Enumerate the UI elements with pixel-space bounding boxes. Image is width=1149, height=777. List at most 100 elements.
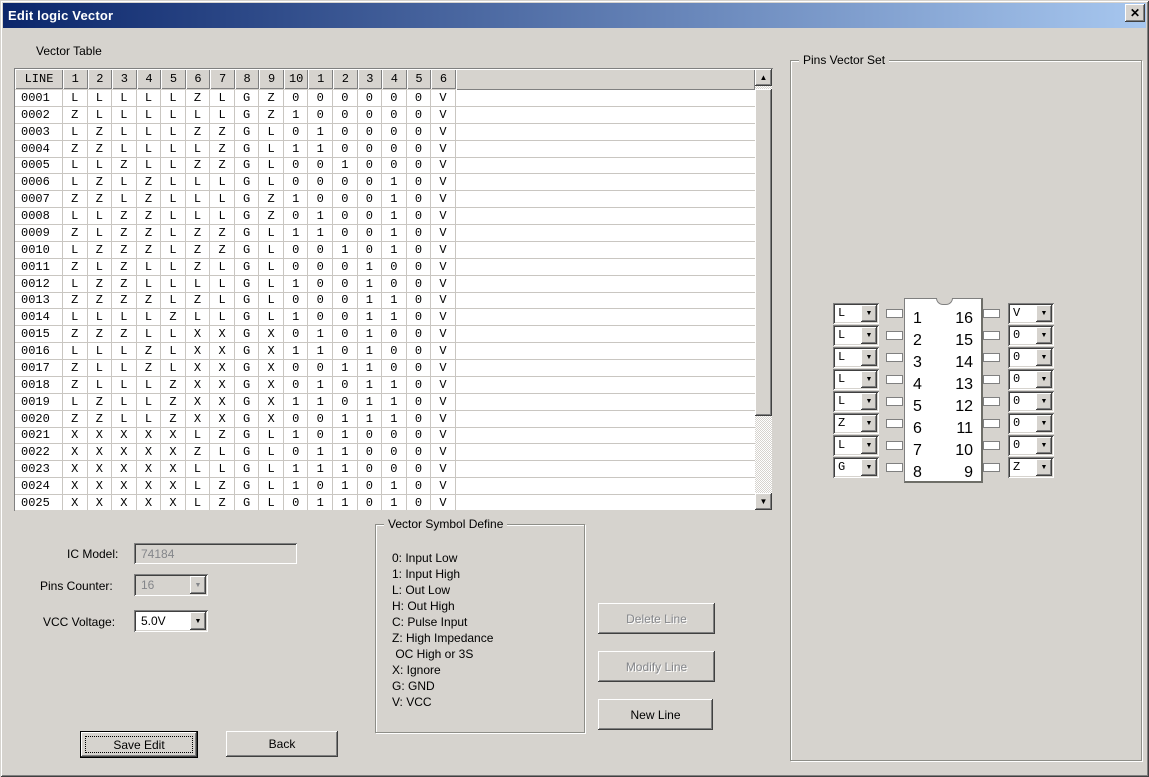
pin-vector-combo-left[interactable]: L ▼: [833, 325, 879, 346]
table-row[interactable]: 0016 L L L Z L X X G X 1 1 0 1 0 0 V: [15, 343, 755, 360]
pin-vector-combo-left[interactable]: L ▼: [833, 347, 879, 368]
chevron-down-icon[interactable]: ▼: [861, 437, 877, 454]
table-row[interactable]: 0023 X X X X X L L G L 1 1 1 0 0 0 V: [15, 461, 755, 479]
line-number: 0010: [15, 241, 63, 258]
vector-cell: L: [186, 106, 211, 123]
table-row[interactable]: 0022 X X X X X Z L G L 0 1 1 0 0 0 V: [15, 444, 755, 462]
new-line-button[interactable]: New Line: [598, 699, 713, 730]
vector-cell: 0: [308, 241, 334, 258]
pin-vector-combo-left[interactable]: L ▼: [833, 391, 879, 412]
table-row[interactable]: 0005 L L Z L L Z Z G L 0 0 1 0 0 0 V: [15, 157, 755, 175]
chevron-down-icon[interactable]: ▼: [1036, 437, 1052, 454]
vector-cell: Z: [186, 225, 211, 241]
vector-cell: 1: [284, 140, 309, 157]
pin-vector-combo-right[interactable]: 0 ▼: [1008, 435, 1054, 456]
vector-cell: 1: [333, 495, 358, 510]
pin-vector-combo-right[interactable]: V ▼: [1008, 303, 1054, 324]
vector-cell: 0: [284, 123, 309, 140]
row-filler: [456, 360, 755, 376]
pin-vector-combo-right[interactable]: 0 ▼: [1008, 347, 1054, 368]
table-row[interactable]: 0006 L Z L Z L L L G L 0 0 0 0 1 0 V: [15, 174, 755, 192]
vector-cell: 1: [308, 208, 334, 224]
chevron-down-icon[interactable]: ▼: [1036, 459, 1052, 476]
vector-cell: Z: [137, 360, 162, 376]
vector-cell: L: [63, 241, 88, 258]
vector-cell: 0: [407, 258, 432, 275]
chevron-down-icon[interactable]: ▼: [1036, 393, 1052, 410]
pin-vector-combo-left[interactable]: G ▼: [833, 457, 879, 478]
table-row[interactable]: 0002 Z L L L L L L G Z 1 0 0 0 0 0 V: [15, 106, 755, 124]
pin-vector-combo-left[interactable]: L ▼: [833, 435, 879, 456]
pin-vector-combo-right[interactable]: 0 ▼: [1008, 391, 1054, 412]
chevron-down-icon[interactable]: ▼: [1036, 349, 1052, 366]
table-row[interactable]: 0013 Z Z Z Z L Z L G L 0 0 0 1 1 0 V: [15, 292, 755, 310]
vertical-scrollbar[interactable]: ▲ ▼: [755, 69, 772, 510]
chevron-down-icon[interactable]: ▼: [1036, 371, 1052, 388]
chevron-down-icon[interactable]: ▼: [190, 612, 206, 630]
back-button[interactable]: Back: [226, 731, 338, 757]
row-filler: [456, 461, 755, 477]
pin-vector-combo-left[interactable]: Z ▼: [833, 413, 879, 434]
vector-cell: L: [137, 326, 162, 343]
vcc-voltage-combo[interactable]: 5.0V ▼: [134, 610, 208, 632]
row-filler: [456, 141, 755, 157]
table-row[interactable]: 0019 L Z L L Z X X G X 1 1 0 1 1 0 V: [15, 393, 755, 411]
vector-cell: Z: [137, 191, 162, 208]
scroll-down-button[interactable]: ▼: [755, 493, 772, 510]
pin-vector-combo-right[interactable]: 0 ▼: [1008, 369, 1054, 390]
up-arrow-icon: ▲: [759, 73, 768, 82]
chevron-down-icon[interactable]: ▼: [861, 305, 877, 322]
chevron-down-icon[interactable]: ▼: [861, 415, 877, 432]
vector-cell: 0: [308, 410, 334, 427]
table-row[interactable]: 0025 X X X X X L Z G L 0 1 1 0 1 0 V: [15, 495, 755, 510]
table-row[interactable]: 0017 Z L L Z L X X G X 0 0 1 1 0 0 V: [15, 360, 755, 377]
vector-cell: G: [235, 360, 260, 376]
chevron-down-icon[interactable]: ▼: [861, 459, 877, 476]
table-row[interactable]: 0007 Z Z L Z L L L G Z 1 0 0 0 1 0 V: [15, 191, 755, 209]
table-row[interactable]: 0010 L Z Z Z L Z Z G L 0 0 1 0 1 0 V: [15, 241, 755, 259]
pin-vector-combo-left[interactable]: L ▼: [833, 303, 879, 324]
table-row[interactable]: 0015 Z Z Z L L X X G X 0 1 0 1 0 0 V: [15, 326, 755, 344]
vector-cell: Z: [63, 140, 88, 157]
table-row[interactable]: 0020 Z Z L L Z X X G X 0 0 1 1 1 0 V: [15, 410, 755, 428]
chevron-down-icon[interactable]: ▼: [1036, 415, 1052, 432]
vector-cell: L: [210, 258, 235, 275]
table-row[interactable]: 0003 L Z L L L Z Z G L 0 1 0 0 0 0 V: [15, 123, 755, 141]
vector-cell: L: [137, 123, 162, 140]
vector-cell: L: [186, 174, 211, 191]
chevron-down-icon[interactable]: ▼: [1036, 327, 1052, 344]
table-row[interactable]: 0012 L Z Z L L L L G L 1 0 0 1 0 0 V: [15, 275, 755, 293]
table-row[interactable]: 0004 Z Z L L L L Z G L 1 1 0 0 0 0 V: [15, 140, 755, 158]
pin-vector-combo-right[interactable]: 0 ▼: [1008, 325, 1054, 346]
save-edit-button[interactable]: Save Edit: [80, 731, 198, 758]
row-filler: [456, 495, 755, 510]
table-row[interactable]: 0021 X X X X X L Z G L 1 0 1 0 0 0 V: [15, 427, 755, 445]
pin-vector-value: L: [838, 394, 846, 408]
pin-vector-combo-right[interactable]: Z ▼: [1008, 457, 1054, 478]
table-row[interactable]: 0014 L L L L Z L L G L 1 0 0 1 1 0 V: [15, 309, 755, 327]
vector-cell: L: [63, 275, 88, 292]
chevron-down-icon[interactable]: ▼: [861, 393, 877, 410]
table-row[interactable]: 0011 Z L Z L L Z L G L 0 0 0 1 0 0 V: [15, 258, 755, 276]
table-row[interactable]: 0009 Z L Z Z L Z Z G L 1 1 0 0 1 0 V: [15, 225, 755, 242]
row-filler: [456, 276, 755, 292]
close-button[interactable]: ✕: [1125, 4, 1145, 22]
pin-vector-value: L: [838, 438, 846, 452]
pin-vector-combo-left[interactable]: L ▼: [833, 369, 879, 390]
table-row[interactable]: 0008 L L Z Z L L L G Z 0 1 0 0 1 0 V: [15, 208, 755, 225]
chevron-down-icon[interactable]: ▼: [861, 327, 877, 344]
symbol-define-line: C: Pulse Input: [392, 615, 468, 629]
chevron-down-icon[interactable]: ▼: [1036, 305, 1052, 322]
vector-cell: 0: [407, 225, 432, 241]
table-row[interactable]: 0018 Z L L L Z X X G X 0 1 0 1 1 0 V: [15, 376, 755, 394]
vector-cell: L: [210, 444, 235, 461]
pin-vector-combo-right[interactable]: 0 ▼: [1008, 413, 1054, 434]
vector-cell: 1: [382, 225, 407, 241]
vector-cell: 0: [382, 140, 407, 157]
scroll-up-button[interactable]: ▲: [755, 69, 772, 86]
table-row[interactable]: 0024 X X X X X L Z G L 1 0 1 0 1 0 V: [15, 478, 755, 495]
chevron-down-icon[interactable]: ▼: [861, 349, 877, 366]
chevron-down-icon[interactable]: ▼: [861, 371, 877, 388]
table-row[interactable]: 0001 L L L L L Z L G Z 0 0 0 0 0 0 V: [15, 90, 755, 107]
scrollbar-thumb[interactable]: [755, 89, 772, 416]
